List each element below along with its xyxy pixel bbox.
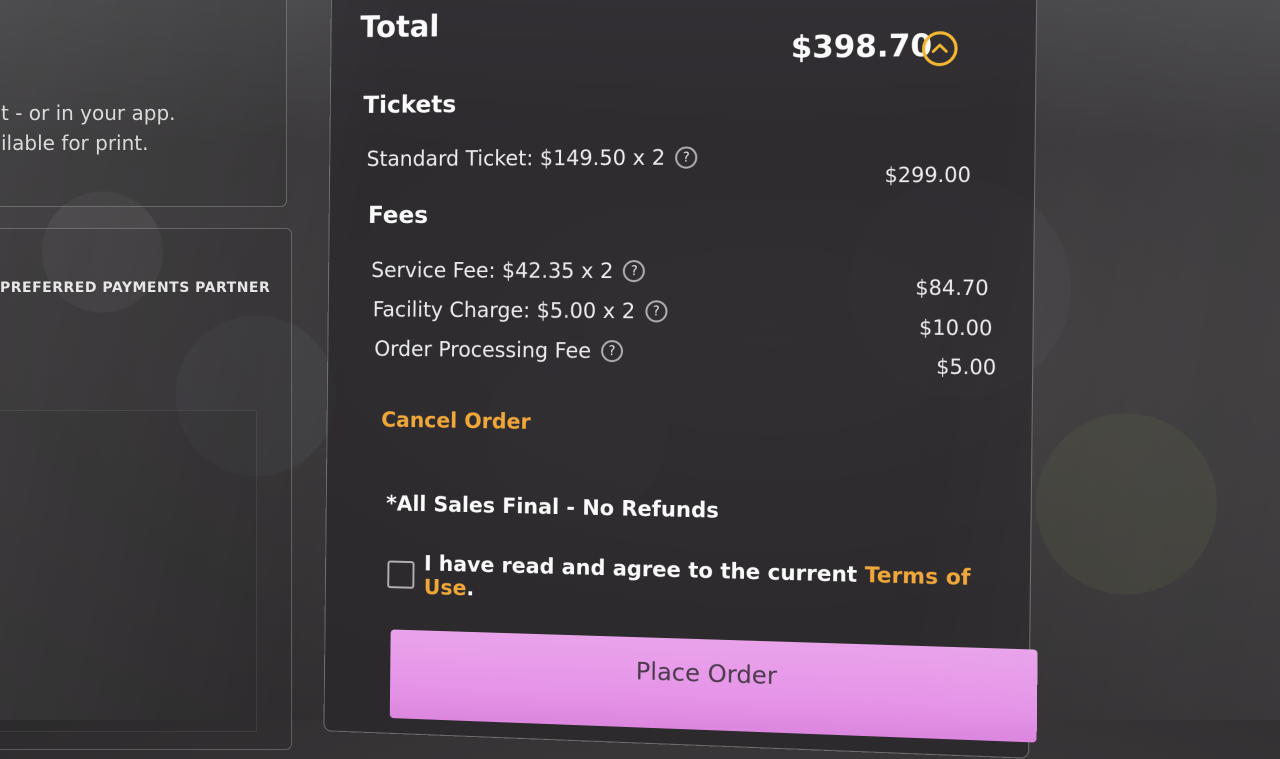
preferred-partner-label: PREFERRED PAYMENTS PARTNER	[0, 280, 271, 296]
fee-line-label: Service Fee: $42.35 x 2	[371, 258, 614, 284]
fee-line-amount: $84.70	[915, 275, 989, 301]
fee-line-label: Facility Charge: $5.00 x 2	[372, 297, 636, 324]
help-icon[interactable]: ?	[675, 146, 698, 169]
fee-line: Service Fee: $42.35 x 2 ?	[371, 258, 646, 284]
total-amount: $398.70	[790, 28, 933, 66]
fee-line: Order Processing Fee ?	[374, 336, 624, 363]
terms-checkbox[interactable]	[387, 560, 415, 589]
ticket-line: Standard Ticket: $149.50 x 2 ?	[366, 145, 698, 171]
ticket-line-amount: $299.00	[884, 162, 972, 188]
chevron-up-icon[interactable]	[921, 31, 958, 67]
total-heading: Total	[360, 9, 440, 46]
terms-agreement-row: I have read and agree to the current Ter…	[387, 551, 1030, 617]
place-order-button[interactable]: Place Order	[389, 629, 1038, 743]
fee-line: Facility Charge: $5.00 x 2 ?	[373, 298, 668, 324]
help-icon[interactable]: ?	[623, 260, 646, 283]
sales-final-notice: *All Sales Final - No Refunds	[386, 491, 719, 523]
fee-line-amount: $5.00	[935, 354, 997, 380]
delivery-text-line2: ilable for print.	[1, 131, 149, 155]
tickets-heading: Tickets	[363, 90, 457, 119]
ticket-line-label: Standard Ticket: $149.50 x 2	[366, 145, 666, 171]
fees-heading: Fees	[367, 201, 429, 229]
cancel-order-link[interactable]: Cancel Order	[381, 408, 531, 434]
agree-suffix: .	[466, 576, 475, 601]
delivery-text-line1: t - or in your app.	[1, 101, 176, 125]
fee-line-label: Order Processing Fee	[374, 336, 592, 363]
fee-line-amount: $10.00	[918, 315, 993, 341]
help-icon[interactable]: ?	[600, 340, 624, 363]
left-info-panel: t - or in your app. ilable for print.	[0, 0, 287, 207]
order-summary-panel: Total $398.70 Tickets Standard Ticket: $…	[323, 0, 1038, 759]
help-icon[interactable]: ?	[645, 300, 668, 323]
left-payment-inner-box	[0, 410, 257, 732]
agree-text: I have read and agree to the current	[423, 551, 858, 587]
